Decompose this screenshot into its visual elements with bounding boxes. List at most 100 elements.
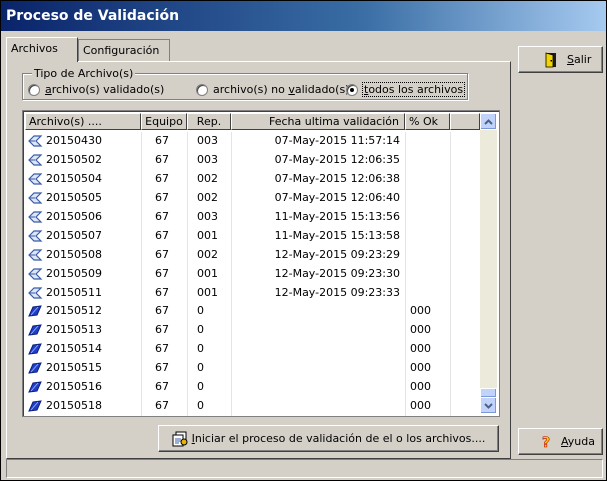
start-validation-button[interactable]: Iniciar el proceso de validación de el o… — [158, 425, 499, 452]
archivo-name: 20150504 — [46, 172, 102, 186]
cell-rep: 003 — [197, 210, 218, 223]
cell-equipo: 67 — [155, 380, 169, 394]
cell-pct-ok — [405, 151, 450, 169]
archivo-name: 20150516 — [46, 380, 102, 394]
table-row[interactable]: 20150514 67 0 000 — [25, 340, 480, 359]
column-header-archivo[interactable]: Archivo(s) .... — [25, 113, 141, 130]
cell-archivo: 20150513 — [25, 321, 141, 339]
scroll-up-button[interactable] — [480, 113, 497, 130]
validated-file-icon — [27, 249, 43, 261]
cell-fecha — [231, 359, 405, 377]
radio-validated-button[interactable] — [28, 83, 40, 96]
validated-file-icon — [27, 286, 43, 299]
cell-pct-ok — [405, 189, 450, 207]
archivo-name: 20150518 — [46, 398, 102, 412]
cell-pct-ok — [405, 284, 450, 302]
validated-file-icon — [27, 135, 43, 148]
cell-archivo: 20150507 — [25, 227, 141, 245]
cell-equipo: 67 — [155, 153, 169, 167]
cell-equipo: 67 — [155, 361, 169, 375]
cell-archivo: 20150515 — [25, 359, 141, 377]
scroll-down-button[interactable] — [480, 397, 497, 414]
unvalidated-file-icon — [27, 362, 43, 374]
process-icon — [172, 431, 188, 447]
cell-archivo: 20150430 — [25, 132, 141, 150]
cell-rep: 001 — [197, 228, 218, 242]
unvalidated-file-icon — [27, 400, 43, 412]
cell-rep: 002 — [197, 172, 218, 186]
cell-fecha: 12-May-2015 09:23:30 — [274, 266, 400, 280]
unvalidated-file-icon — [27, 324, 43, 336]
radio-all-files-button[interactable] — [346, 83, 358, 96]
file-list-header: Archivo(s) .... Equipo Rep. Fecha ultima… — [25, 113, 480, 130]
table-row[interactable]: 20150504 67 002 07-May-2015 12:06:38 — [25, 170, 480, 189]
validated-file-icon — [27, 211, 43, 223]
cell-pct-ok: 000 — [410, 323, 431, 337]
cell-pct-ok: 000 — [410, 361, 431, 375]
cell-rep: 003 — [197, 153, 218, 167]
radio-not-validated[interactable]: archivo(s) no validado(s) — [196, 83, 349, 96]
file-list[interactable]: Archivo(s) .... Equipo Rep. Fecha ultima… — [22, 110, 500, 417]
column-header-filler — [450, 113, 480, 130]
validated-file-icon — [27, 192, 43, 204]
column-header-rep[interactable]: Rep. — [187, 113, 231, 130]
svg-text:?: ? — [542, 435, 550, 450]
table-row[interactable]: 20150518 67 0 000 — [25, 396, 480, 415]
table-row[interactable]: 20150511 67 001 12-May-2015 09:23:33 — [25, 283, 480, 302]
table-row[interactable]: 20150512 67 0 000 — [25, 302, 480, 321]
unvalidated-file-icon — [27, 381, 43, 393]
tab-archivos[interactable]: Archivos — [6, 37, 78, 62]
table-row[interactable]: 20150515 67 0 000 — [25, 359, 480, 378]
salir-label: Salir — [567, 53, 592, 66]
cell-pct-ok — [405, 265, 450, 283]
cell-archivo: 20150506 — [25, 208, 141, 226]
salir-button[interactable]: Salir — [518, 46, 603, 73]
cell-rep: 0 — [197, 304, 204, 318]
cell-pct-ok — [405, 227, 450, 245]
radio-not-validated-button[interactable] — [196, 83, 208, 96]
archivo-name: 20150509 — [46, 266, 102, 280]
cell-fecha: 12-May-2015 09:23:33 — [274, 285, 400, 299]
cell-fecha: 07-May-2015 11:57:14 — [274, 134, 400, 148]
column-header-pct-ok[interactable]: % Ok — [405, 113, 450, 130]
table-row[interactable]: 20150516 67 0 000 — [25, 378, 480, 397]
cell-pct-ok: 000 — [410, 380, 431, 394]
cell-rep: 0 — [197, 361, 204, 375]
archivo-name: 20150512 — [46, 304, 102, 318]
radio-validated[interactable]: archivo(s) validado(s) — [28, 83, 164, 96]
cell-fecha: 07-May-2015 12:06:38 — [274, 172, 400, 186]
cell-archivo: 20150511 — [25, 284, 141, 302]
radio-all-files[interactable]: todos los archivos — [346, 82, 466, 97]
exit-door-icon — [545, 51, 557, 68]
archivo-name: 20150515 — [46, 361, 102, 375]
column-header-fecha[interactable]: Fecha ultima validación — [231, 113, 405, 130]
cell-fecha — [231, 321, 405, 339]
ayuda-button[interactable]: ? Ayuda — [518, 428, 603, 455]
cell-pct-ok — [405, 132, 450, 150]
cell-rep: 0 — [197, 398, 204, 412]
window-title: Proceso de Validación — [6, 8, 180, 24]
table-row[interactable]: 20150506 67 003 11-May-2015 15:13:56 — [25, 208, 480, 227]
table-row[interactable]: 20150508 67 002 12-May-2015 09:23:29 — [25, 245, 480, 264]
tab-configuracion-label: Configuración — [83, 44, 160, 57]
table-row[interactable]: 20150502 67 003 07-May-2015 12:06:35 — [25, 151, 480, 170]
cell-fecha: 07-May-2015 12:06:40 — [274, 191, 400, 205]
ayuda-label: Ayuda — [561, 435, 595, 448]
title-bar[interactable]: Proceso de Validación — [1, 1, 606, 31]
file-list-rows: 20150430 67 003 07-May-2015 11:57:14 2015050… — [25, 132, 480, 415]
archivo-name: 20150511 — [46, 285, 102, 299]
file-list-scrollbar[interactable] — [480, 113, 497, 414]
archivo-name: 20150502 — [46, 153, 102, 167]
tab-configuracion[interactable]: Configuración — [78, 39, 170, 61]
table-row[interactable]: 20150513 67 0 000 — [25, 321, 480, 340]
table-row[interactable]: 20150509 67 001 12-May-2015 09:23:30 — [25, 264, 480, 283]
cell-equipo: 67 — [155, 228, 169, 242]
cell-rep: 001 — [197, 285, 218, 299]
archivo-name: 20150513 — [46, 323, 102, 337]
table-row[interactable]: 20150505 67 002 07-May-2015 12:06:40 — [25, 189, 480, 208]
table-row[interactable]: 20150430 67 003 07-May-2015 11:57:14 — [25, 132, 480, 151]
table-row[interactable]: 20150507 67 001 11-May-2015 15:13:58 — [25, 226, 480, 245]
cell-equipo: 67 — [155, 342, 169, 356]
column-header-equipo[interactable]: Equipo — [141, 113, 187, 130]
validated-file-icon — [27, 268, 43, 280]
